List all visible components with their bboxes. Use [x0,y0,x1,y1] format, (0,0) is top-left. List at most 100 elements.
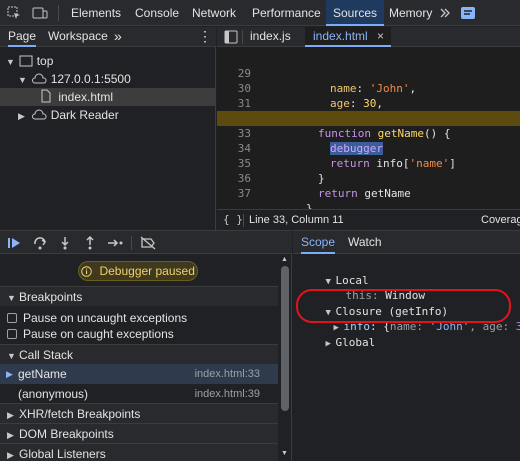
option-label: Pause on caught exceptions [23,327,174,341]
close-tab-icon[interactable]: × [377,29,384,43]
tree-label: Dark Reader [50,108,119,122]
scope-pane: Scope Watch ▼ Local this: Window ▼ Closure… [293,230,520,461]
tab-page[interactable]: Page [8,27,37,47]
section-title: Global Listeners [19,447,106,461]
tab-workspace[interactable]: Workspace [48,27,108,47]
resume-icon[interactable] [7,236,21,250]
tabs-divider [242,30,243,44]
pause-caught-checkbox[interactable] [7,329,17,339]
code-line: 34 return info['name'] [217,126,520,170]
call-frame[interactable]: ▶ getName index.html:33 [0,364,278,384]
frame-location[interactable]: index.html:33 [195,364,260,384]
tab-performance[interactable]: Performance [252,0,321,26]
code-line: 29 name: 'John', [217,51,520,95]
toggle-navigator-icon[interactable] [224,30,238,47]
tab-scope[interactable]: Scope [301,231,336,254]
step-icon[interactable] [107,236,125,250]
pretty-print-icon[interactable]: { } [223,213,243,226]
file-tab-index-html[interactable]: index.html × [305,27,391,47]
file-tab-index-js[interactable]: index.js [250,27,291,47]
scroll-up-icon[interactable]: ▲ [281,256,288,263]
file-navigator: Page Workspace » ⋮ ▼ top ▼ 127.0.0.1:550… [0,27,216,230]
coverage-label: Coverag [481,214,520,226]
devtools-toolbar: Elements Console Network Performance Sou… [0,0,520,26]
status-divider [243,214,244,227]
scope-this[interactable]: this: Window [319,273,426,302]
frame-location[interactable]: index.html:39 [195,384,260,404]
issues-badge[interactable] [460,5,500,21]
inspect-element-icon[interactable] [6,5,22,21]
pause-caught-option[interactable]: Pause on caught exceptions [7,326,174,342]
current-execution-line: 33 debugger [217,111,520,155]
tree-node-top[interactable]: ▼ top [6,52,53,70]
tree-node-host[interactable]: ▼ 127.0.0.1:5500 [18,70,131,88]
tree-label: 127.0.0.1:5500 [50,72,131,86]
scope-tabs: Scope Watch [293,230,520,254]
step-over-icon[interactable] [33,236,47,250]
info-icon [81,264,92,282]
scroll-down-icon[interactable]: ▼ [281,450,288,457]
scrollbar-thumb[interactable] [281,266,289,411]
frame-function: getName [18,367,67,381]
collapsed-triangle-icon: ▶ [7,430,14,440]
collapsed-triangle-icon: ▶ [7,410,14,420]
code-line: 31 } [217,81,520,125]
tab-elements[interactable]: Elements [71,0,121,26]
toolbar-divider [58,5,59,21]
section-title: XHR/fetch Breakpoints [19,407,141,421]
section-call-stack[interactable]: ▼ Call Stack [0,344,278,364]
pause-uncaught-checkbox[interactable] [7,313,17,323]
section-title: Call Stack [19,348,74,362]
code-line: 32 function getName() { [217,96,520,140]
call-frame[interactable]: (anonymous) index.html:39 [0,384,278,404]
frame-function: (anonymous) [18,387,89,401]
expanded-triangle-icon: ▼ [7,293,16,303]
option-label: Pause on uncaught exceptions [23,311,188,325]
step-into-icon[interactable] [58,236,72,250]
debugger-toolbar [0,230,292,254]
tab-console[interactable]: Console [135,0,179,26]
tree-label: index.html [58,90,114,104]
pause-uncaught-option[interactable]: Pause on uncaught exceptions [7,310,187,326]
section-title: Breakpoints [19,290,83,304]
annotation-highlight [296,289,511,323]
editor-status-bar: { } Line 33, Column 11 Coverag [217,209,520,230]
code-editor: index.js index.html × 29 name: 'John', 3… [217,27,520,230]
code-line: 30 age: 30, [217,66,520,110]
code-text: return getName [318,187,411,200]
code-area[interactable]: 29 name: 'John', 30 age: 30, 31 } 32 fun… [217,48,520,223]
collapsed-triangle-icon: ▶ [7,450,14,460]
expanded-triangle-icon: ▼ [6,57,15,67]
code-line: 35 } [217,141,520,185]
current-frame-arrow-icon: ▶ [6,369,13,379]
sidebar-scrollbar[interactable]: ▲ ▼ [280,256,290,461]
more-panels-icon[interactable]: » [114,27,122,47]
section-global-listeners[interactable]: ▶ Global Listeners [0,443,278,461]
tree-node-file[interactable]: index.html [0,88,215,106]
section-breakpoints[interactable]: ▼ Breakpoints [0,286,278,306]
section-xhr-breakpoints[interactable]: ▶ XHR/fetch Breakpoints [0,403,278,423]
scope-local[interactable]: ▼ Local [299,258,369,287]
cursor-position: Line 33, Column 11 [249,214,344,226]
tab-network[interactable]: Network [192,0,236,26]
tab-memory[interactable]: Memory [389,0,432,26]
tree-node-extension[interactable]: ▶ Dark Reader [18,106,119,124]
device-toolbar-icon[interactable] [32,5,48,21]
step-out-icon[interactable] [83,235,97,250]
section-dom-breakpoints[interactable]: ▶ DOM Breakpoints [0,423,278,443]
collapsed-triangle-icon: ▶ [325,339,331,349]
code-line: 37 } [217,171,520,215]
more-tabs-icon[interactable] [438,7,454,23]
file-tab-label: index.html [313,29,368,43]
deactivate-breakpoints-icon[interactable] [140,236,156,250]
line-number: 37 [237,187,251,200]
tab-watch[interactable]: Watch [348,231,382,254]
navigator-menu-icon[interactable]: ⋮ [198,27,212,47]
collapsed-triangle-icon: ▶ [18,111,25,121]
tab-sources[interactable]: Sources [326,0,385,26]
expanded-triangle-icon: ▼ [7,351,16,361]
tree-label: top [36,54,54,68]
section-title: DOM Breakpoints [19,427,114,441]
editor-tabs: index.js index.html × [217,27,520,47]
cloud-icon [31,108,47,126]
